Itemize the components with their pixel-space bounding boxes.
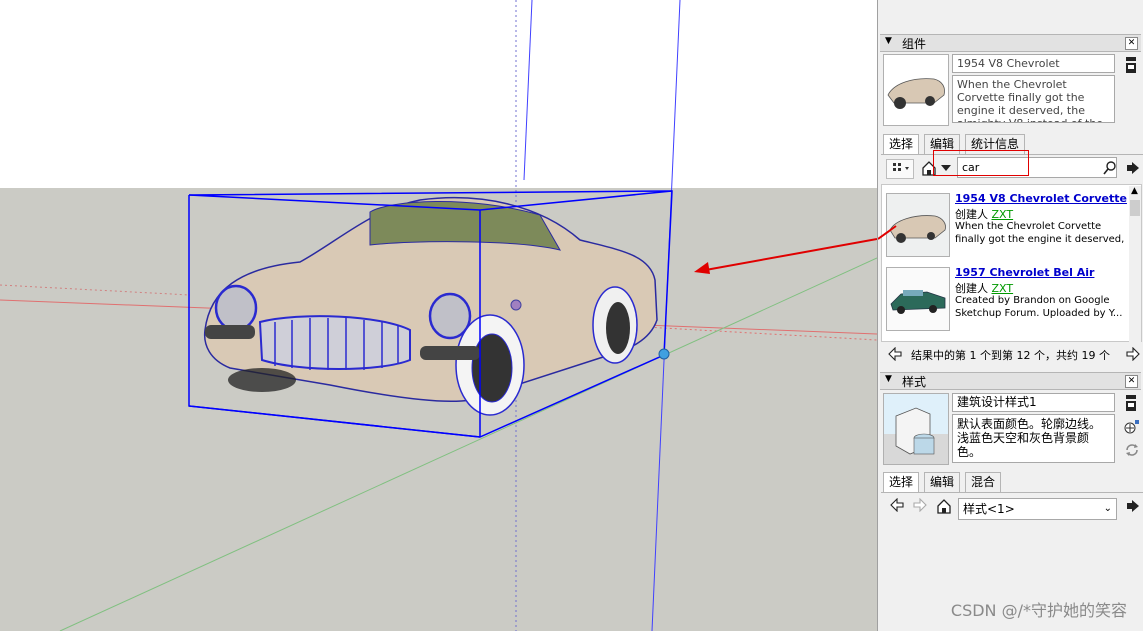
search-icon[interactable]	[1102, 160, 1118, 176]
next-page-icon[interactable]	[1126, 346, 1140, 362]
insertion-point-grip[interactable]	[658, 348, 670, 360]
watermark: CSDN @/*守护她的笑容	[950, 601, 1127, 620]
chevron-down-icon[interactable]: ⌄	[1104, 501, 1112, 517]
back-arrow-icon[interactable]	[890, 497, 904, 513]
components-panel-header[interactable]: ▼ 组件 ✕	[880, 34, 1141, 52]
result-thumbnail[interactable]	[886, 267, 950, 331]
scroll-up-icon[interactable]: ▲	[1131, 186, 1138, 196]
results-scrollbar[interactable]: ▲	[1129, 186, 1141, 342]
styles-panel-title: 样式	[902, 375, 927, 389]
create-style-icon[interactable]	[1123, 418, 1141, 436]
styles-tabs: 选择 编辑 混合	[883, 472, 1133, 493]
list-item[interactable]: 1957 Chevrolet Bel Air 创建人 ZXT Created b…	[886, 266, 1126, 333]
home-icon[interactable]	[936, 497, 952, 515]
styles-panel-header[interactable]: ▼ 样式 ✕	[880, 372, 1141, 390]
model-viewport[interactable]	[0, 0, 877, 631]
style-description-field[interactable]: 默认表面颜色。轮廓边线。浅蓝色天空和灰色背景颜色。	[952, 414, 1115, 463]
update-style-icon[interactable]	[1124, 442, 1140, 458]
scene-canvas[interactable]	[0, 0, 877, 631]
search-highlight-box	[933, 150, 1029, 176]
car-thumbnail-icon	[887, 268, 949, 330]
close-icon[interactable]: ✕	[1125, 37, 1138, 50]
result-description: Created by Brandon on Google Sketchup Fo…	[955, 295, 1123, 319]
previous-page-icon[interactable]	[888, 346, 902, 362]
scrollbar-thumb[interactable]	[1130, 200, 1140, 216]
close-icon[interactable]: ✕	[1125, 375, 1138, 388]
rotation-grip[interactable]	[510, 299, 522, 311]
components-panel-title: 组件	[902, 37, 927, 51]
style-preview-thumbnail	[883, 393, 949, 465]
details-arrow-icon[interactable]	[1126, 160, 1140, 176]
style-name-field[interactable]: 建筑设计样式1	[952, 393, 1115, 412]
style-collection-select[interactable]: 样式<1> ⌄	[958, 498, 1117, 520]
tab-divider	[881, 492, 1143, 493]
tab-edit[interactable]: 编辑	[924, 472, 961, 492]
tab-mix[interactable]: 混合	[965, 472, 1002, 492]
collapse-triangle-icon[interactable]: ▼	[885, 374, 892, 384]
tab-select[interactable]: 选择	[883, 472, 920, 493]
result-description: When the Chevrolet Corvette finally got …	[955, 221, 1125, 245]
style-collection-value: 样式<1>	[963, 502, 1015, 516]
result-title-link[interactable]: 1957 Chevrolet Bel Air	[955, 266, 1094, 279]
annotation-arrow-tail	[878, 225, 897, 240]
default-tray: ▼ 组件 ✕ 1954 V8 Chevrolet Corvette When t…	[877, 0, 1143, 631]
list-item[interactable]: 1954 V8 Chevrolet Corvette 创建人 ZXT When …	[886, 192, 1127, 259]
forward-arrow-icon[interactable]	[913, 497, 927, 513]
save-component-icon[interactable]	[1125, 56, 1137, 74]
save-style-icon[interactable]	[1125, 394, 1137, 412]
component-description-field[interactable]: When the Chevrolet Corvette finally got …	[952, 75, 1115, 123]
results-count: 结果中的第 1 个到第 12 个，共约 19 个	[911, 349, 1110, 362]
details-arrow-icon[interactable]	[1126, 498, 1140, 514]
style-thumbnail-icon	[884, 394, 948, 464]
component-name-field[interactable]: 1954 V8 Chevrolet Corvette	[952, 54, 1115, 73]
result-title-link[interactable]: 1954 V8 Chevrolet Corvette	[955, 192, 1127, 205]
sky	[0, 0, 877, 188]
